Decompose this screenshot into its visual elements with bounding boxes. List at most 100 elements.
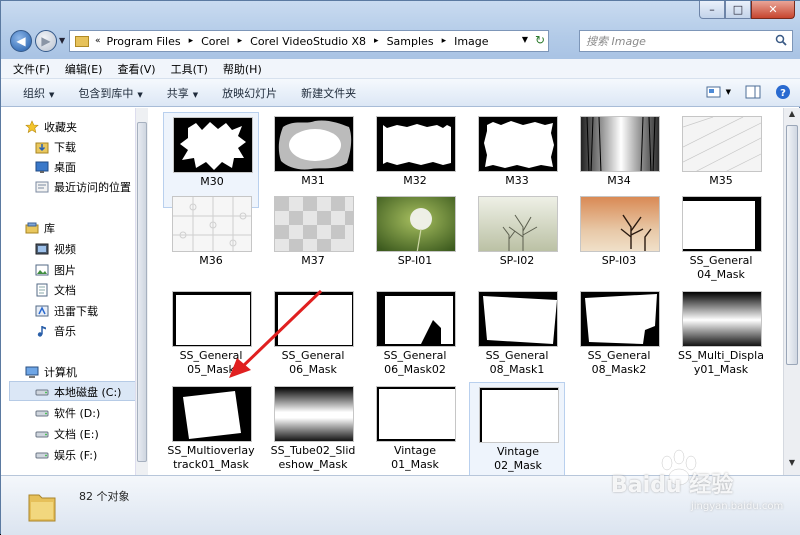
nav-music[interactable]: 音乐: [35, 323, 76, 339]
include-in-library-button[interactable]: 包含到库中 ▼: [78, 85, 142, 101]
file-name: SS_Multi_Displa y01_Mask: [678, 349, 764, 376]
file-tile[interactable]: SS_General 06_Mask02: [367, 287, 463, 383]
file-tile[interactable]: SP-I03: [571, 192, 667, 288]
share-button[interactable]: 共享 ▼: [167, 85, 198, 101]
address-bar[interactable]: « Program Files ▸ Corel ▸ Corel VideoStudi…: [69, 30, 549, 52]
file-name: SS_General 06_Mask02: [383, 349, 447, 376]
navigation-pane: 收藏夹 下载 桌面 最近访问的位置 库 视频 图片 文档 迅雷下载 音乐 计算机…: [1, 108, 148, 475]
nav-label: 图片: [54, 264, 76, 277]
file-tile[interactable]: SS_General 08_Mask1: [469, 287, 565, 383]
chevron-down-icon[interactable]: ▼: [522, 35, 528, 44]
file-tile[interactable]: Vintage 02_Mask: [469, 382, 565, 475]
file-tile[interactable]: SP-I01: [367, 192, 463, 288]
chevron-right-icon[interactable]: ▸: [442, 36, 447, 46]
breadcrumb-label: Image: [454, 34, 489, 48]
new-folder-button[interactable]: 新建文件夹: [301, 85, 356, 101]
nav-desktop[interactable]: 桌面: [35, 159, 76, 175]
close-button[interactable]: ✕: [751, 1, 795, 19]
nav-drive-d[interactable]: 软件 (D:): [35, 405, 100, 421]
back-button[interactable]: ◀: [10, 30, 32, 52]
breadcrumb-samples[interactable]: Samples ▸: [387, 35, 455, 48]
nav-favorites[interactable]: 收藏夹: [25, 119, 77, 135]
nav-computer[interactable]: 计算机: [25, 364, 77, 380]
sidebar-scrollbar[interactable]: [135, 108, 148, 475]
scroll-up-icon[interactable]: ▲: [785, 109, 799, 123]
view-options-icon[interactable]: [706, 84, 722, 100]
breadcrumb-label: Samples: [386, 34, 434, 48]
nav-videos[interactable]: 视频: [35, 241, 76, 257]
maximize-button[interactable]: □: [725, 1, 751, 19]
nav-pictures[interactable]: 图片: [35, 262, 76, 278]
search-icon[interactable]: [775, 34, 787, 46]
file-name: SP-I02: [499, 254, 535, 267]
menu-file[interactable]: 文件(F): [13, 61, 50, 77]
nav-label: 库: [44, 222, 55, 235]
preview-pane-icon[interactable]: [745, 84, 761, 100]
slideshow-button[interactable]: 放映幻灯片: [222, 85, 277, 101]
folder-icon: [75, 35, 89, 47]
nav-xunlei-downloads[interactable]: 迅雷下载: [35, 303, 98, 319]
thumbnail: [172, 196, 252, 252]
command-bar: 组织 ▼ 包含到库中 ▼ 共享 ▼ 放映幻灯片 新建文件夹 ▼ ?: [1, 79, 800, 107]
menu-help[interactable]: 帮助(H): [223, 61, 262, 77]
chevron-down-icon: ▼: [137, 90, 143, 99]
file-name: SS_General 04_Mask: [689, 254, 753, 281]
file-tile[interactable]: SS_General 04_Mask: [673, 192, 769, 288]
recent-pages-dropdown[interactable]: ▼: [59, 36, 65, 45]
breadcrumb-program-files[interactable]: Program Files ▸: [107, 35, 202, 48]
minimize-button[interactable]: –: [699, 1, 725, 19]
file-tile[interactable]: M36: [163, 192, 259, 288]
download-folder-icon: [35, 142, 49, 154]
window-controls: – □ ✕: [699, 1, 795, 19]
content-scrollbar[interactable]: ▲ ▼: [783, 108, 800, 475]
file-tile[interactable]: SS_Multi_Displa y01_Mask: [673, 287, 769, 383]
scrollbar-thumb[interactable]: [786, 125, 798, 365]
help-icon[interactable]: ?: [775, 84, 791, 100]
file-name: M37: [301, 254, 325, 267]
breadcrumb-corel[interactable]: Corel ▸: [201, 35, 250, 48]
breadcrumb-videostudio[interactable]: Corel VideoStudio X8 ▸: [250, 35, 386, 48]
file-name: M30: [200, 175, 224, 188]
file-name: M32: [403, 174, 427, 187]
thumbnail: [682, 291, 762, 347]
search-input[interactable]: 搜索 Image: [579, 30, 793, 52]
nav-drive-e[interactable]: 文档 (E:): [35, 426, 99, 442]
nav-documents[interactable]: 文档: [35, 282, 76, 298]
file-tile[interactable]: SP-I02: [469, 192, 565, 288]
menu-edit[interactable]: 编辑(E): [65, 61, 103, 77]
chevron-right-icon[interactable]: ▸: [189, 36, 194, 46]
file-tile[interactable]: SS_Multioverlay track01_Mask: [163, 382, 259, 475]
thumbnail: [682, 116, 762, 172]
scrollbar-thumb[interactable]: [137, 122, 147, 462]
forward-button[interactable]: ▶: [35, 30, 57, 52]
nav-drive-f[interactable]: 娱乐 (F:): [35, 447, 97, 463]
nav-libraries[interactable]: 库: [25, 220, 55, 236]
breadcrumb-overflow-icon[interactable]: «: [95, 36, 101, 46]
thumbnail: [580, 291, 660, 347]
chevron-right-icon[interactable]: ▸: [238, 36, 243, 46]
menu-tools[interactable]: 工具(T): [171, 61, 208, 77]
file-tile[interactable]: SS_General 08_Mask2: [571, 287, 667, 383]
drive-icon: [35, 410, 49, 417]
file-tile[interactable]: M37: [265, 192, 361, 288]
file-tile[interactable]: Vintage 01_Mask: [367, 382, 463, 475]
thumbnail: [478, 196, 558, 252]
item-count: 82 个对象: [79, 490, 130, 503]
file-name: SS_Multioverlay track01_Mask: [167, 444, 255, 471]
menu-view[interactable]: 查看(V): [117, 61, 155, 77]
nav-drive-c[interactable]: 本地磁盘 (C:): [35, 384, 121, 400]
breadcrumb-image[interactable]: Image: [454, 35, 488, 48]
nav-label: 音乐: [54, 325, 76, 338]
chevron-down-icon[interactable]: ▼: [726, 88, 731, 96]
nav-label: 收藏夹: [44, 121, 77, 134]
nav-recent-places[interactable]: 最近访问的位置: [35, 179, 131, 195]
thumbnail: [274, 386, 354, 442]
breadcrumb-label: Program Files: [106, 34, 181, 48]
organize-button[interactable]: 组织 ▼: [23, 85, 54, 101]
star-icon: [25, 120, 39, 134]
file-tile[interactable]: SS_Tube02_Slid eshow_Mask: [265, 382, 361, 475]
nav-downloads[interactable]: 下载: [35, 139, 76, 155]
desktop-icon: [35, 161, 49, 173]
refresh-icon[interactable]: ↻: [535, 33, 545, 47]
chevron-right-icon[interactable]: ▸: [374, 36, 379, 46]
